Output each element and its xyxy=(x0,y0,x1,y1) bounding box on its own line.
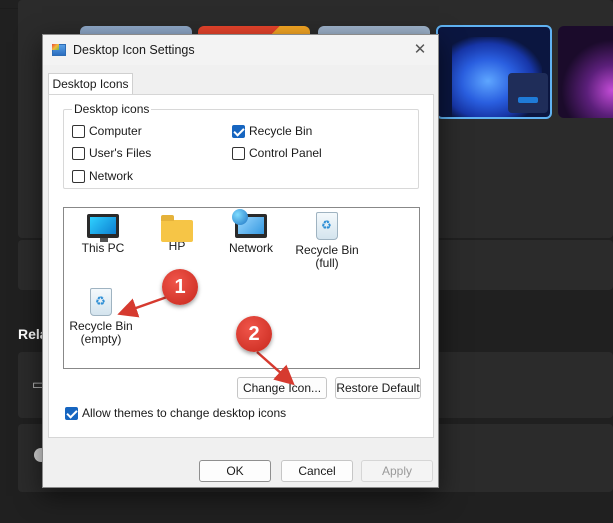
arrow-step-1 xyxy=(117,295,168,318)
arrow-step-2 xyxy=(256,351,295,386)
step-badge-2: 2 xyxy=(236,316,272,352)
annotation-arrows xyxy=(117,295,295,386)
step-badge-1: 1 xyxy=(162,269,198,305)
